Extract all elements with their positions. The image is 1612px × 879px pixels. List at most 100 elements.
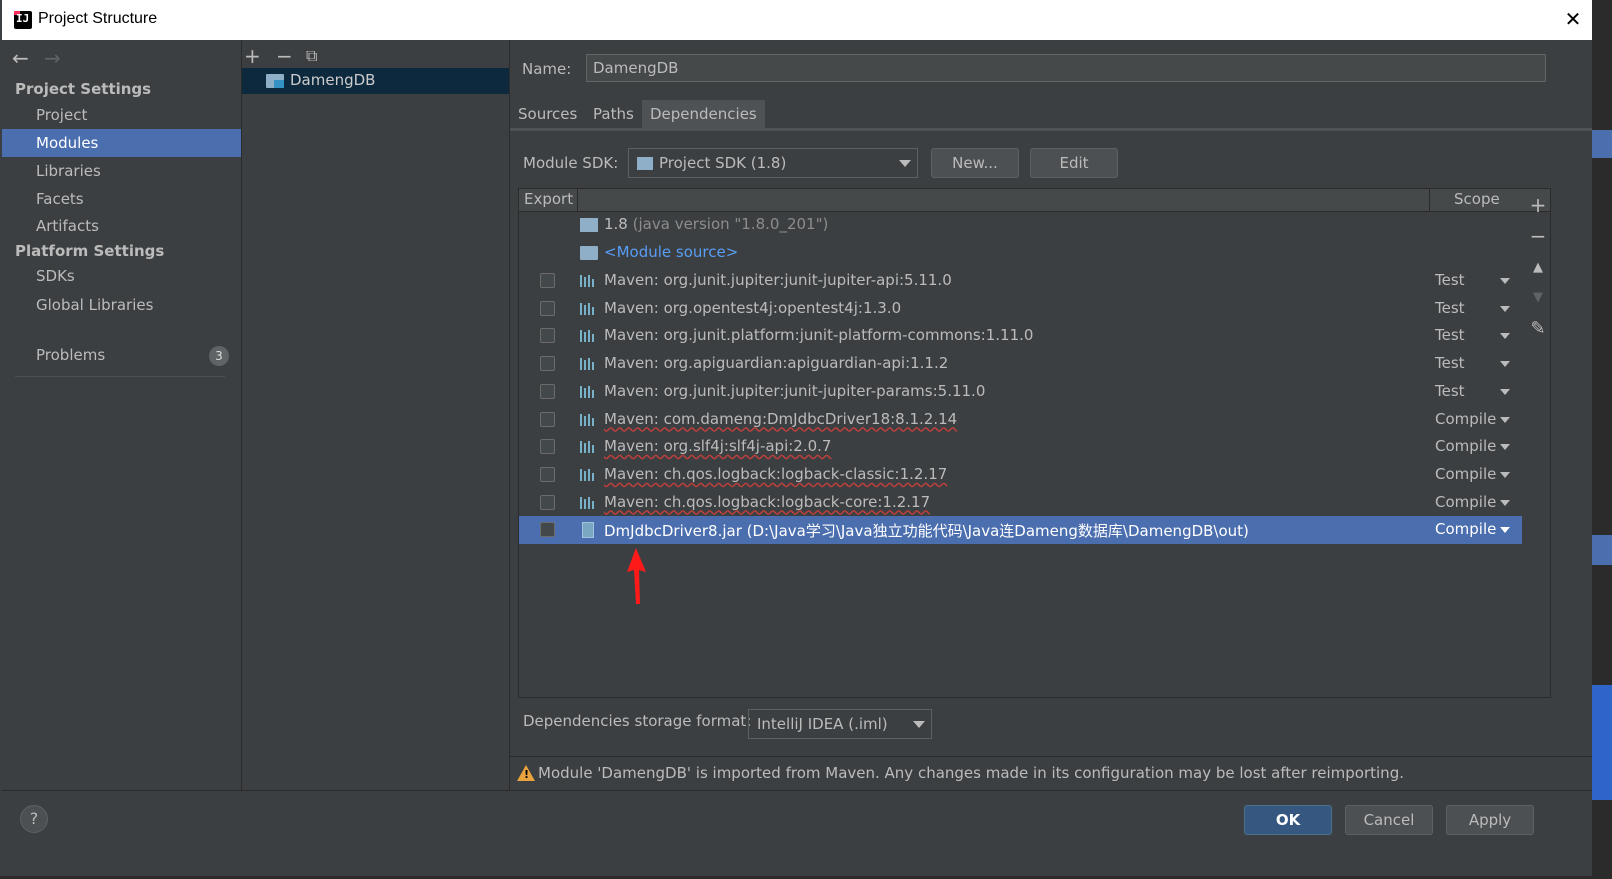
table-row[interactable]: Maven: org.junit.jupiter:junit-jupiter-a… [519,267,1522,295]
new-sdk-button[interactable]: New... [931,148,1019,178]
sdk-value: Project SDK (1.8) [659,154,787,172]
export-checkbox[interactable] [540,383,555,399]
table-row[interactable]: Maven: org.junit.platform:junit-platform… [519,322,1522,350]
sidebar-item-artifacts[interactable]: Artifacts [2,212,241,240]
library-icon [580,358,596,371]
help-button[interactable]: ? [20,805,48,833]
back-arrow-icon[interactable]: ← [12,46,29,70]
add-module-icon[interactable]: + [244,44,261,68]
library-icon [580,302,596,315]
dependency-scope[interactable]: Test [1435,354,1465,372]
chevron-down-icon[interactable] [1500,499,1510,506]
storage-format-dropdown[interactable]: IntelliJ IDEA (.iml) [748,709,932,739]
table-row[interactable]: DmJdbcDriver8.jar (D:\Java学习\Java独立功能代码\… [519,516,1522,545]
dependency-name: Maven: ch.qos.logback:logback-classic:1.… [604,464,948,483]
add-dependency-icon[interactable]: + [1528,193,1548,217]
module-list-panel [242,40,510,810]
chevron-down-icon[interactable] [1500,361,1510,368]
cancel-button[interactable]: Cancel [1345,805,1433,835]
table-row[interactable]: Maven: ch.qos.logback:logback-classic:1.… [519,461,1522,489]
dependency-scope[interactable]: Compile [1435,493,1496,511]
library-icon [580,441,596,454]
chevron-down-icon[interactable] [1500,333,1510,340]
column-scope[interactable]: Scope [1454,190,1500,208]
apply-button[interactable]: Apply [1446,805,1534,835]
forward-arrow-icon[interactable]: → [44,46,61,70]
intellij-logo-icon: IJ [14,11,32,29]
module-list-item[interactable]: DamengDB [242,68,509,94]
dependency-scope[interactable]: Compile [1435,437,1496,455]
edit-sdk-button[interactable]: Edit [1030,148,1118,178]
export-checkbox[interactable] [540,328,555,344]
dependency-scope[interactable]: Test [1435,271,1465,289]
chevron-down-icon[interactable] [1500,471,1510,478]
sidebar-item-modules[interactable]: Modules [2,129,241,157]
remove-dependency-icon[interactable]: − [1528,224,1548,248]
module-source-row[interactable]: <Module source> [519,239,1522,267]
table-row[interactable]: Maven: org.apiguardian:apiguardian-api:1… [519,350,1522,378]
sidebar-item-sdks[interactable]: SDKs [2,262,241,290]
move-down-icon[interactable]: ▼ [1528,290,1548,305]
sidebar-item-facets[interactable]: Facets [2,185,241,213]
column-divider [577,189,578,211]
chevron-down-icon [913,721,925,728]
close-button[interactable]: ✕ [1562,8,1584,30]
project-structure-dialog: IJ Project Structure ✕ ← → Project Setti… [2,0,1592,876]
dependency-scope[interactable]: Compile [1435,465,1496,483]
chevron-down-icon[interactable] [1500,305,1510,312]
module-label: DamengDB [290,71,376,89]
module-folder-icon [266,74,284,88]
sdk-row[interactable]: 1.8 (java version "1.8.0_201") [519,211,1522,239]
chevron-down-icon[interactable] [1500,444,1510,451]
table-row[interactable]: Maven: org.opentest4j:opentest4j:1.3.0 Te… [519,295,1522,323]
export-checkbox[interactable] [540,411,555,427]
background-window [1590,0,1612,879]
module-sdk-dropdown[interactable]: Project SDK (1.8) [628,148,918,178]
sidebar-item-project[interactable]: Project [2,101,241,129]
remove-module-icon[interactable]: − [276,44,293,68]
table-row[interactable]: Maven: ch.qos.logback:logback-core:1.2.1… [519,489,1522,517]
move-up-icon[interactable]: ▲ [1528,260,1548,275]
library-icon [580,385,596,398]
dependency-name: Maven: org.junit.jupiter:junit-jupiter-p… [604,381,986,400]
table-row[interactable]: Maven: com.dameng:DmJdbcDriver18:8.1.2.1… [519,406,1522,434]
dependency-name: Maven: ch.qos.logback:logback-core:1.2.1… [604,492,931,511]
chevron-down-icon[interactable] [1500,416,1510,423]
dependency-scope[interactable]: Compile [1435,410,1496,428]
tab-sources[interactable]: Sources [510,100,585,128]
dependency-scope[interactable]: Test [1435,382,1465,400]
sdk-row-label: 1.8 (java version "1.8.0_201") [604,215,829,233]
chevron-down-icon[interactable] [1500,527,1510,534]
export-checkbox[interactable] [540,494,555,510]
copy-module-icon[interactable]: ⧉ [306,46,317,66]
edit-dependency-icon[interactable]: ✎ [1528,318,1548,339]
export-checkbox[interactable] [540,439,555,455]
sidebar-item-problems[interactable]: Problems 3 [2,341,241,369]
ok-button[interactable]: OK [1244,805,1332,835]
tab-dependencies[interactable]: Dependencies [642,100,765,128]
chevron-down-icon[interactable] [1500,388,1510,395]
sidebar-item-global-libraries[interactable]: Global Libraries [2,291,241,319]
export-checkbox[interactable] [540,522,555,538]
chevron-down-icon[interactable] [1500,278,1510,284]
library-icon [580,413,596,426]
table-header: Export Scope [519,189,1550,212]
column-export[interactable]: Export [524,190,573,208]
table-row[interactable]: Maven: org.slf4j:slf4j-api:2.0.7 Compile [519,433,1522,461]
export-checkbox[interactable] [540,356,555,372]
dependency-scope[interactable]: Compile [1435,520,1496,538]
dependency-name: Maven: org.junit.platform:junit-platform… [604,326,1034,345]
library-icon [580,275,596,287]
export-checkbox[interactable] [540,273,555,288]
export-checkbox[interactable] [540,300,555,316]
sidebar-item-libraries[interactable]: Libraries [2,157,241,185]
dependency-scope[interactable]: Test [1435,326,1465,344]
dependency-name: Maven: org.junit.jupiter:junit-jupiter-a… [604,271,952,289]
module-name-input[interactable]: DamengDB [586,54,1546,82]
title-bar: IJ Project Structure ✕ [2,0,1592,40]
export-checkbox[interactable] [540,466,555,482]
problems-count-badge: 3 [209,346,229,366]
table-row[interactable]: Maven: org.junit.jupiter:junit-jupiter-p… [519,378,1522,406]
tab-paths[interactable]: Paths [585,100,642,128]
dependency-scope[interactable]: Test [1435,299,1465,317]
